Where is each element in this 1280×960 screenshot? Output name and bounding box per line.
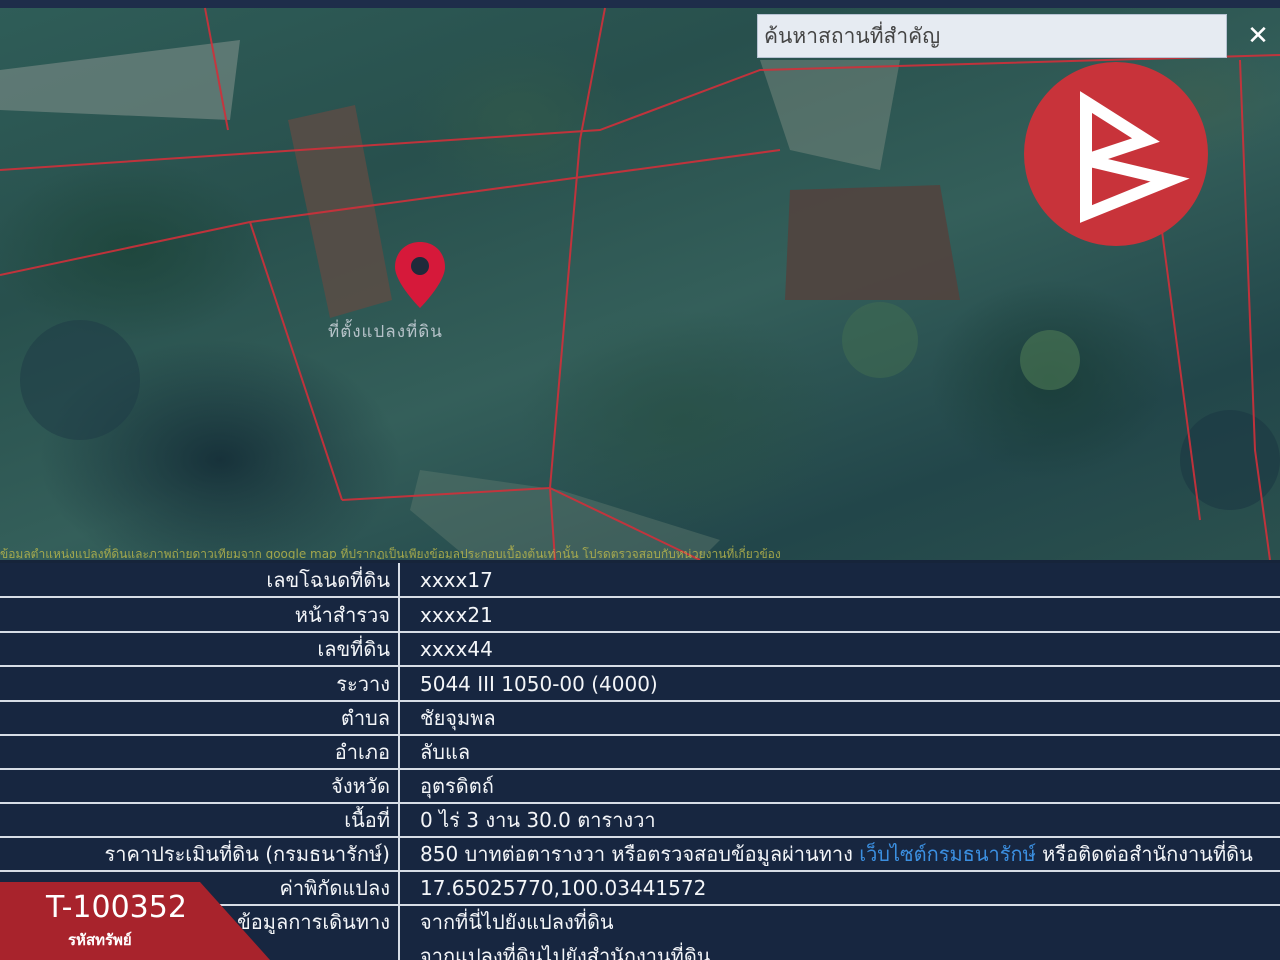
table-row: เนื้อที่ 0 ไร่ 3 งาน 30.0 ตารางวา — [0, 803, 1280, 838]
row-label: ระวาง — [0, 667, 400, 700]
brand-logo-icon — [1024, 62, 1208, 246]
row-value: อุตรดิตถ์ — [420, 774, 494, 798]
row-label: ตำบล — [0, 701, 400, 734]
price-label: ราคาประเมินที่ดิน (กรมธนารักษ์) — [0, 837, 400, 870]
table-row: ระวาง 5044 III 1050-00 (4000) — [0, 667, 1280, 702]
price-value: 850 บาทต่อตารางวา หรือตรวจสอบข้อมูลผ่านท… — [420, 837, 1253, 870]
close-icon[interactable]: ✕ — [1238, 14, 1278, 58]
row-value: 5044 III 1050-00 (4000) — [420, 672, 658, 696]
row-label: อำเภอ — [0, 735, 400, 768]
table-row: เลขที่ดิน xxxx44 — [0, 632, 1280, 667]
row-label: เลขที่ดิน — [0, 632, 400, 665]
row-label: เลขโฉนดที่ดิน — [0, 563, 400, 596]
map-disclaimer: ข้อมูลตำแหน่งแปลงที่ดินและภาพถ่ายดาวเทีย… — [0, 547, 781, 559]
row-value: xxxx21 — [420, 603, 493, 627]
row-value: ลับแล — [420, 740, 471, 764]
property-code-label: รหัสทรัพย์ — [68, 931, 132, 949]
row-label: เนื้อที่ — [0, 803, 400, 836]
property-code: T-100352 — [46, 890, 187, 925]
table-row: ตำบล ชัยจุมพล — [0, 701, 1280, 736]
table-row: จังหวัด อุตรดิตถ์ — [0, 769, 1280, 804]
row-label: จังหวัด — [0, 769, 400, 802]
row-value: 0 ไร่ 3 งาน 30.0 ตารางวา — [420, 808, 656, 832]
search-input[interactable]: ค้นหาสถานที่สำคัญ — [757, 14, 1227, 58]
directions-to-land-office-link[interactable]: จากแปลงที่ดินไปยังสำนักงานที่ดิน — [420, 939, 710, 960]
pin-label: ที่ตั้งแปลงที่ดิน — [328, 322, 443, 342]
row-value: ชัยจุมพล — [420, 706, 496, 730]
table-row: อำเภอ ลับแล — [0, 735, 1280, 770]
directions-to-parcel-link[interactable]: จากที่นี่ไปยังแปลงที่ดิน — [420, 905, 614, 938]
price-text-2: หรือติดต่อสำนักงานที่ดิน — [1042, 842, 1253, 866]
treasury-website-link[interactable]: เว็บไซต์กรมธนารักษ์ — [859, 842, 1036, 866]
table-row: หน้าสำรวจ xxxx21 — [0, 598, 1280, 633]
price-text: 850 บาทต่อตารางวา หรือตรวจสอบข้อมูลผ่านท… — [420, 842, 853, 866]
row-value: xxxx17 — [420, 568, 493, 592]
row-value: xxxx44 — [420, 637, 493, 661]
table-row-price: ราคาประเมินที่ดิน (กรมธนารักษ์) 850 บาทต… — [0, 837, 1280, 872]
coords-link[interactable]: 17.65025770,100.03441572 — [420, 871, 706, 904]
row-label: หน้าสำรวจ — [0, 598, 400, 631]
table-row: เลขโฉนดที่ดิน xxxx17 — [0, 563, 1280, 598]
satellite-map[interactable]: ที่ตั้งแปลงที่ดิน ค้นหาสถานที่สำคัญ ✕ ข้… — [0, 0, 1280, 560]
